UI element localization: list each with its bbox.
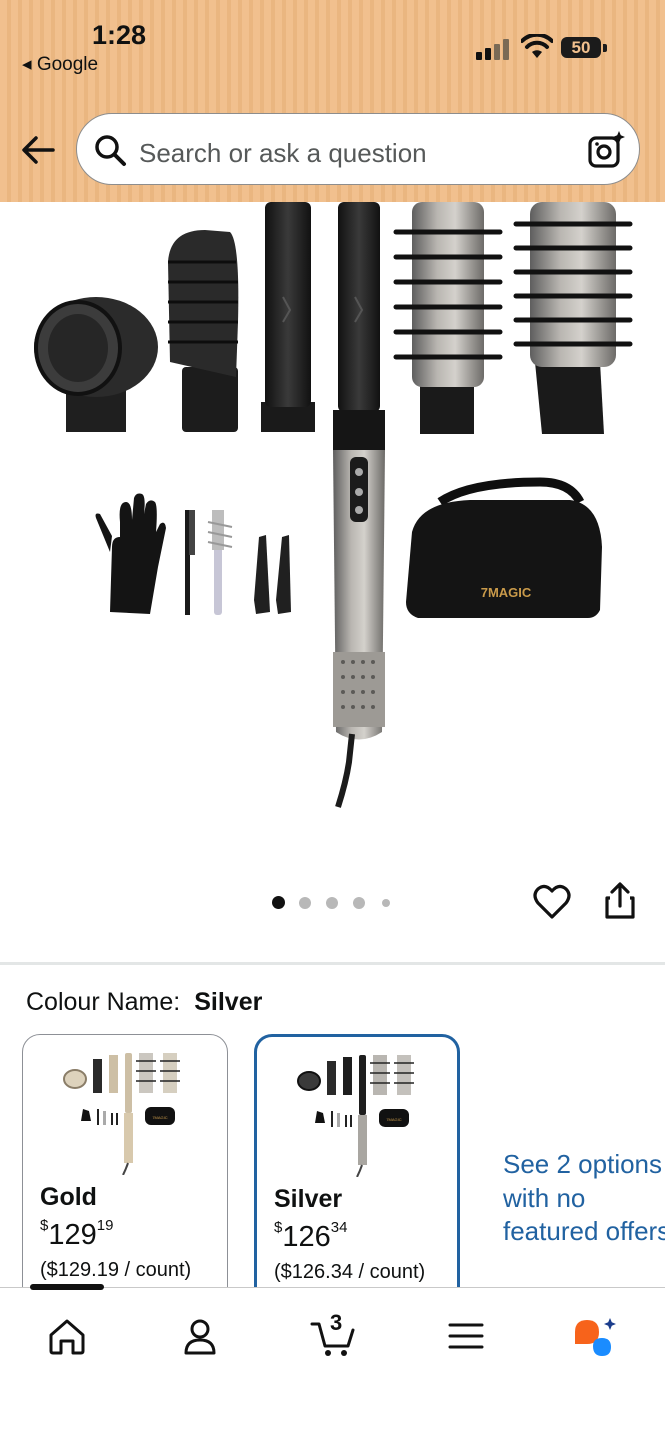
carousel-dot-active[interactable]	[272, 896, 285, 909]
price-fraction: 34	[330, 1219, 348, 1236]
back-to-app-link[interactable]: ◂ Google	[22, 53, 98, 76]
signal-icon	[476, 38, 510, 60]
image-carousel-dots[interactable]	[270, 894, 400, 912]
comb-accessory	[185, 510, 195, 615]
price-whole: 129	[48, 1219, 97, 1251]
wishlist-heart-icon[interactable]	[533, 884, 571, 920]
share-icon[interactable]	[603, 882, 637, 920]
unit-price: ($126.34 / count)	[274, 1261, 426, 1283]
active-tab-indicator	[30, 1284, 104, 1290]
svg-text:7MAGIC: 7MAGIC	[386, 1117, 401, 1122]
svg-text:7MAGIC: 7MAGIC	[152, 1115, 167, 1120]
bag-brand-label: 7MAGIC	[481, 585, 532, 600]
price-fraction: 19	[96, 1217, 114, 1234]
colour-option-gold[interactable]: 7MAGIC Gold $12919 ($129.19 / count)	[22, 1034, 228, 1314]
styler-handle	[333, 202, 385, 808]
search-input[interactable]: Search or ask a question	[76, 113, 640, 185]
camera-search-icon[interactable]	[587, 130, 627, 170]
wifi-icon	[521, 34, 553, 58]
colour-name-label: Colour Name:	[26, 988, 181, 1016]
silver-thumbnail: 7MAGIC	[297, 1055, 414, 1177]
gold-thumbnail: 7MAGIC	[63, 1053, 180, 1175]
curling-barrel-attachment	[261, 202, 315, 432]
cart-icon[interactable]: 3	[310, 1310, 356, 1358]
round-brush-attachment	[393, 202, 503, 434]
diffuser-attachment	[34, 297, 158, 432]
price-whole: 126	[282, 1221, 331, 1253]
colour-name-row: Colour Name: Silver	[26, 988, 262, 1017]
unit-price: ($129.19 / count)	[40, 1259, 192, 1281]
cleaning-brush-accessory	[207, 510, 233, 615]
option-name: Gold	[40, 1183, 97, 1211]
home-icon[interactable]	[47, 1316, 87, 1356]
see-more-options-link[interactable]: See 2 options with no featured offers	[503, 1148, 665, 1249]
top-header: 1:28 ◂ Google 50 Search or ask a questio…	[0, 0, 665, 202]
product-image[interactable]: 7MAGIC	[0, 202, 665, 862]
carousel-dot[interactable]	[353, 897, 365, 909]
hair-clips-accessory	[254, 535, 291, 614]
search-icon	[95, 135, 126, 166]
colour-name-value: Silver	[194, 988, 263, 1016]
account-icon[interactable]	[180, 1316, 220, 1356]
battery-level: 50	[561, 37, 601, 58]
heat-glove-accessory	[95, 493, 166, 614]
search-placeholder: Search or ask a question	[139, 138, 427, 168]
paddle-brush-attachment	[168, 230, 239, 432]
storage-bag: 7MAGIC	[406, 477, 602, 618]
option-name: Silver	[274, 1185, 343, 1213]
rufus-assistant-icon[interactable]	[572, 1316, 618, 1358]
carousel-dot[interactable]	[382, 899, 390, 907]
cart-count-badge: 3	[330, 1310, 343, 1335]
option-price: $12919	[40, 1217, 113, 1252]
section-divider	[0, 962, 665, 965]
volumizing-brush-attachment	[513, 202, 633, 434]
back-arrow-icon[interactable]	[20, 132, 56, 168]
option-price: $12634	[274, 1219, 347, 1254]
colour-option-silver[interactable]: 7MAGIC Silver $12634 ($126.34 / count)	[254, 1034, 460, 1314]
battery-icon: 50	[561, 37, 609, 60]
carousel-dot[interactable]	[299, 897, 311, 909]
bottom-navigation-bar: 3	[0, 1284, 665, 1440]
menu-icon[interactable]	[446, 1316, 486, 1356]
carousel-dot[interactable]	[326, 897, 338, 909]
status-time: 1:28	[92, 20, 147, 50]
